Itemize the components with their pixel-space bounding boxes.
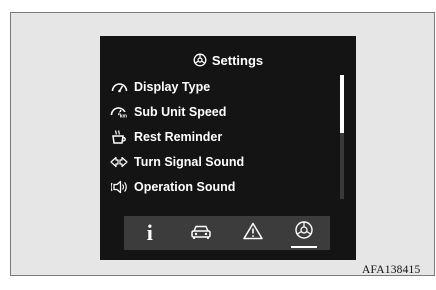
- menu-item-label: Rest Reminder: [134, 129, 223, 144]
- menu-item-rest-reminder[interactable]: Rest Reminder: [110, 124, 336, 149]
- info-icon: i: [146, 220, 153, 245]
- scrollbar[interactable]: [340, 75, 344, 199]
- speaker-icon: [110, 178, 128, 196]
- page-title: Settings: [211, 52, 264, 68]
- tab-settings[interactable]: [289, 218, 319, 248]
- gauge-icon: [110, 78, 128, 96]
- menu-item-turn-signal-sound[interactable]: Turn Signal Sound: [110, 149, 336, 174]
- menu-item-label: Operation Sound: [134, 179, 236, 194]
- tab-bar: i: [124, 216, 330, 250]
- page: Settings Display Type km Sub Unit Speed …: [0, 0, 436, 290]
- settings-header: Settings: [100, 48, 356, 72]
- car-icon: [190, 220, 212, 246]
- svg-text:km: km: [120, 114, 128, 119]
- coffee-cup-icon: [110, 128, 128, 146]
- turn-signal-arrows-icon: [110, 153, 128, 171]
- sub-speed-gauge-icon: km: [110, 103, 128, 121]
- menu-item-label: Sub Unit Speed: [134, 104, 227, 119]
- menu-item-sub-unit-speed[interactable]: km Sub Unit Speed: [110, 99, 336, 124]
- tab-info[interactable]: i: [135, 218, 165, 248]
- menu-item-label: Display Type: [134, 79, 211, 94]
- settings-menu: Display Type km Sub Unit Speed Rest Remi…: [110, 74, 336, 199]
- warning-icon: [243, 220, 263, 246]
- figure-code: AFA138415: [362, 264, 421, 276]
- settings-gear-icon: [193, 53, 207, 67]
- instrument-display-screen: Settings Display Type km Sub Unit Speed …: [100, 36, 356, 260]
- tab-vehicle[interactable]: [186, 218, 216, 248]
- menu-item-display-type[interactable]: Display Type: [110, 74, 336, 99]
- scrollbar-thumb[interactable]: [340, 75, 344, 133]
- tab-warning[interactable]: [238, 218, 268, 248]
- menu-item-operation-sound[interactable]: Operation Sound: [110, 174, 336, 199]
- settings-gear-icon: [294, 220, 314, 246]
- menu-item-label: Turn Signal Sound: [134, 154, 245, 169]
